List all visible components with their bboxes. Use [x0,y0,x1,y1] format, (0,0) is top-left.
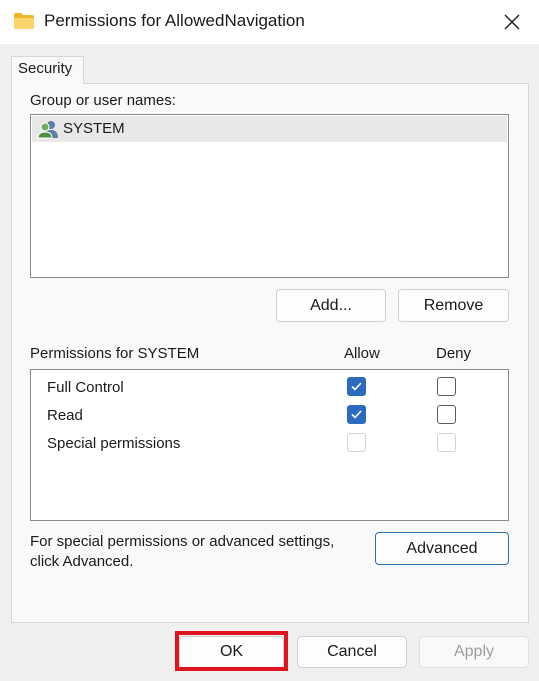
special-deny-checkbox [437,433,456,452]
full-control-deny-checkbox[interactable] [437,377,456,396]
checkmark-icon [351,382,362,391]
add-button[interactable]: Add... [276,289,386,322]
advanced-button[interactable]: Advanced [375,532,509,565]
close-icon [504,14,520,30]
advanced-hint-line1: For special permissions or advanced sett… [30,533,335,550]
read-deny-checkbox[interactable] [437,405,456,424]
title-bar: Permissions for AllowedNavigation [0,0,539,44]
permission-name-full-control: Full Control [47,379,124,396]
ok-button[interactable]: OK [179,636,284,668]
list-item[interactable]: SYSTEM [32,116,507,142]
cancel-button[interactable]: Cancel [297,636,407,668]
permissions-header: Permissions for SYSTEM [30,345,200,362]
read-allow-checkbox[interactable] [347,405,366,424]
group-users-label: Group or user names: [30,92,176,109]
advanced-hint-line2: click Advanced. [30,553,134,570]
tab-security[interactable]: Security [11,56,84,84]
window-title: Permissions for AllowedNavigation [44,11,305,30]
allow-header: Allow [344,345,380,362]
folder-icon [14,13,34,29]
permission-name-special: Special permissions [47,435,181,452]
close-button[interactable] [490,4,534,40]
remove-button[interactable]: Remove [398,289,509,322]
deny-header: Deny [436,345,472,362]
full-control-allow-checkbox[interactable] [347,377,366,396]
tab-security-label: Security [18,60,73,77]
permission-name-read: Read [47,407,83,424]
apply-button: Apply [419,636,529,668]
special-allow-checkbox [347,433,366,452]
checkmark-icon [351,410,362,419]
user-name: SYSTEM [63,120,125,137]
user-list[interactable]: SYSTEM [30,114,509,278]
users-icon [37,121,58,139]
